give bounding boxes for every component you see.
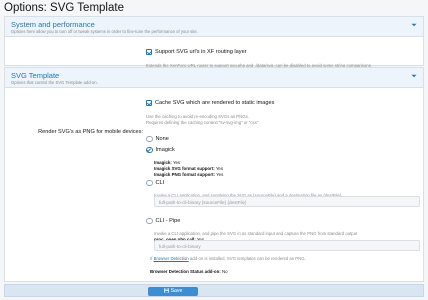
radio-option-cli-pipe[interactable]: CLI - Pipe Invoke a CLI application, and… (146, 212, 416, 243)
section-header[interactable]: SVG Template Options that control the SV… (5, 68, 423, 88)
radio-imagick[interactable] (146, 146, 153, 154)
cache-hint: Requires defining the caching context "s… (146, 120, 259, 125)
render-png-label: Render SVG's as PNG for mobile devices: (38, 129, 143, 135)
section-description: Options here allow you to turn off or tw… (11, 29, 198, 34)
radio-option-imagick[interactable]: Imagick Imagick: Yes Imagick SVG format … (146, 141, 416, 179)
cache-label[interactable]: Cache SVG which are rendered to static i… (155, 100, 274, 106)
section-svg-template: SVG Template Options that control the SV… (4, 67, 424, 282)
section-header[interactable]: System and performance Options here allo… (5, 17, 423, 37)
routing-label[interactable]: Support SVG url's in XF routing layer (155, 49, 247, 55)
cache-checkbox[interactable] (146, 99, 152, 106)
chevron-down-icon[interactable] (411, 73, 417, 79)
save-button[interactable]: Save (148, 286, 198, 296)
cli-command-input[interactable]: full-path-to-cli-binary {sourceFile} {de… (154, 196, 420, 207)
chevron-down-icon[interactable] (411, 22, 417, 28)
radio-cli-pipe[interactable] (146, 217, 153, 225)
form-footer: Save (4, 284, 424, 297)
floppy-disk-icon (163, 287, 169, 293)
routing-option: Support SVG url's in XF routing layer Ex… (146, 43, 421, 69)
save-label: Save (170, 287, 183, 294)
routing-checkbox[interactable] (146, 48, 152, 55)
page-title: Options: SVG Template (4, 2, 124, 14)
section-title: SVG Template (11, 71, 60, 80)
radio-label[interactable]: Imagick (156, 147, 175, 153)
section-system-performance: System and performance Options here allo… (4, 16, 424, 69)
browser-detection-hint: If Browser Detection add-on is installed… (150, 256, 306, 261)
browser-detection-link[interactable]: Browser Detection (154, 256, 189, 261)
radio-cli[interactable] (146, 179, 153, 187)
section-description: Options that control the SVG Template ad… (11, 80, 98, 85)
section-title: System and performance (11, 20, 95, 29)
radio-label[interactable]: CLI - Pipe (156, 218, 181, 224)
cli-pipe-command-input[interactable]: full-path-to-cli-binary (154, 240, 420, 251)
radio-label[interactable]: CLI (156, 180, 165, 186)
browser-detection-status: Browser Detection Status add-on: No (150, 269, 228, 274)
cache-option: Cache SVG which are rendered to static i… (146, 94, 421, 126)
